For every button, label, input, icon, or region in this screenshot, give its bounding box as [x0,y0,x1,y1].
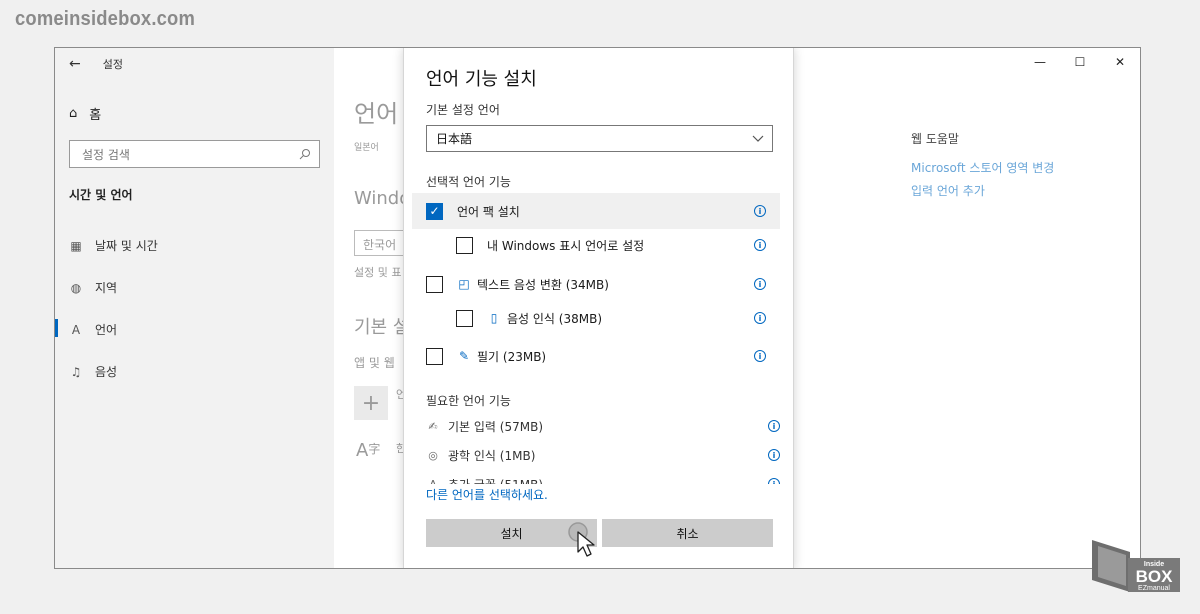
speech-recognition-checkbox[interactable] [456,309,473,327]
sidebar-item-speech[interactable]: ♫ 음성 [69,363,117,380]
add-language-icon[interactable]: + [354,386,388,420]
info-icon[interactable]: i [768,449,780,461]
apps-partial-text: 앱 및 웹 [354,356,395,370]
required-row-ocr: ◎ 광학 인식 (1MB) i [426,444,780,466]
required-features-label: 필요한 언어 기능 [426,394,511,408]
required-row-basic-typing: ✍ 기본 입력 (57MB) i [426,415,780,437]
sidebar-item-label: 홈 [89,108,102,123]
page-title: 언어 [354,100,399,128]
help-link-store-region[interactable]: Microsoft 스토어 영역 변경 [911,159,1054,176]
microphone-icon: ▯ [490,311,498,325]
required-label: 광학 인식 (1MB) [448,448,536,463]
logo-text-ezmanual: EZmanual [1138,585,1170,592]
feature-row-language-pack[interactable]: ✓ 언어 팩 설치 i [412,193,780,229]
required-label: 기본 입력 (57MB) [448,419,544,434]
help-title: 웹 도움말 [911,132,959,146]
install-language-features-dialog: 언어 기능 설치 기본 설정 언어 日本語 선택적 언어 기능 ✓ 언어 팩 설… [403,48,795,568]
required-label: 추가 글꼴 (51MB) [448,476,543,485]
help-panel: 웹 도움말 Microsoft 스토어 영역 변경 입력 언어 추가 [911,130,1054,205]
logo-text-box: BOX [1136,567,1174,586]
sidebar-item-date-time[interactable]: ▦ 날짜 및 시간 [69,237,158,254]
feature-label: 필기 (23MB) [477,349,547,364]
pen-icon: ✎ [458,349,470,363]
feature-label: 언어 팩 설치 [457,204,520,219]
sidebar-item-label: 언어 [95,323,118,337]
sidebar-item-label: 날짜 및 시간 [95,239,158,253]
dialog-title: 언어 기능 설치 [426,69,537,90]
feature-row-speech-recognition[interactable]: ▯ 음성 인식 (38MB) i [412,300,780,336]
minimize-icon[interactable]: — [1020,48,1060,76]
insidebox-logo: Inside BOX EZmanual [1092,540,1180,592]
handwriting-checkbox[interactable] [426,347,443,365]
maximize-icon[interactable]: ☐ [1060,48,1100,76]
language-pack-checkbox[interactable]: ✓ [426,202,443,220]
info-icon[interactable]: i [768,478,780,484]
settings-partial-text: 설정 및 표 [354,266,402,279]
microphone-icon: ♫ [70,364,82,379]
calendar-clock-icon: ▦ [70,238,82,253]
search-placeholder: 설정 검색 [82,147,130,162]
globe-icon: ◍ [70,280,82,295]
sidebar-item-label: 지역 [95,281,118,295]
text-to-speech-checkbox[interactable] [426,275,443,293]
section-title: 시간 및 언어 [69,188,133,202]
feature-row-text-to-speech[interactable]: ◰ 텍스트 음성 변환 (34MB) i [412,266,780,302]
info-icon[interactable]: i [768,420,780,432]
feature-label: 텍스트 음성 변환 (34MB) [477,277,609,292]
close-icon[interactable]: ✕ [1100,48,1140,76]
feature-row-handwriting[interactable]: ✎ 필기 (23MB) i [412,338,780,374]
info-icon[interactable]: i [754,278,766,290]
lang-sub-label: 일본어 [354,143,379,153]
back-arrow-icon[interactable]: ← [69,56,81,72]
language-icon: A [71,322,81,337]
help-link-add-input[interactable]: 입력 언어 추가 [911,182,1054,199]
sidebar-item-label: 음성 [95,365,118,379]
app-title: 설정 [102,58,123,71]
language-glyph-icon: A字 [356,440,381,461]
mouse-cursor-icon [568,522,595,557]
required-list-clip: A 추가 글꼴 (51MB) i [404,473,795,484]
sidebar-item-home[interactable]: ⌂ 홈 [69,104,101,123]
display-language-checkbox[interactable] [456,236,473,254]
sidebar-item-language[interactable]: A 언어 [55,319,118,338]
search-input[interactable]: 설정 검색 [69,140,320,168]
title-bar: ← 설정 [69,56,123,72]
speech-icon: ◰ [458,277,470,291]
eye-icon: ◎ [428,448,438,462]
sidebar: ← 설정 ⌂ 홈 설정 검색 시간 및 언어 ▦ 날짜 및 시간 ◍ 지역 A … [55,48,334,568]
choose-other-language-link[interactable]: 다른 언어를 선택하세요. [426,486,548,503]
preferred-heading: 기본 설 [354,317,410,338]
windows-display-heading: Windo [354,188,411,209]
window-controls: — ☐ ✕ [1020,48,1140,76]
default-language-label: 기본 설정 언어 [426,103,500,117]
site-watermark: comeinsidebox.com [15,8,196,30]
sidebar-item-region[interactable]: ◍ 지역 [69,279,117,296]
search-icon [299,149,310,160]
cancel-button[interactable]: 취소 [602,519,773,547]
selected-language: 日本語 [436,132,473,146]
optional-features-label: 선택적 언어 기능 [426,175,511,189]
font-icon: A [429,477,437,485]
home-icon: ⌂ [69,106,78,121]
chevron-down-icon [752,135,764,142]
settings-window: ← 설정 ⌂ 홈 설정 검색 시간 및 언어 ▦ 날짜 및 시간 ◍ 지역 A … [54,47,1141,569]
info-icon[interactable]: i [754,350,766,362]
info-icon[interactable]: i [754,312,766,324]
info-icon[interactable]: i [754,239,766,251]
feature-label: 음성 인식 (38MB) [507,311,603,326]
language-select[interactable]: 日本語 [426,125,773,152]
keyboard-icon: ✍ [428,419,438,433]
feature-label: 내 Windows 표시 언어로 설정 [487,238,645,253]
feature-row-display-language[interactable]: 내 Windows 표시 언어로 설정 i [412,227,780,263]
info-icon[interactable]: i [754,205,766,217]
required-row-fonts: A 추가 글꼴 (51MB) i [426,473,780,484]
